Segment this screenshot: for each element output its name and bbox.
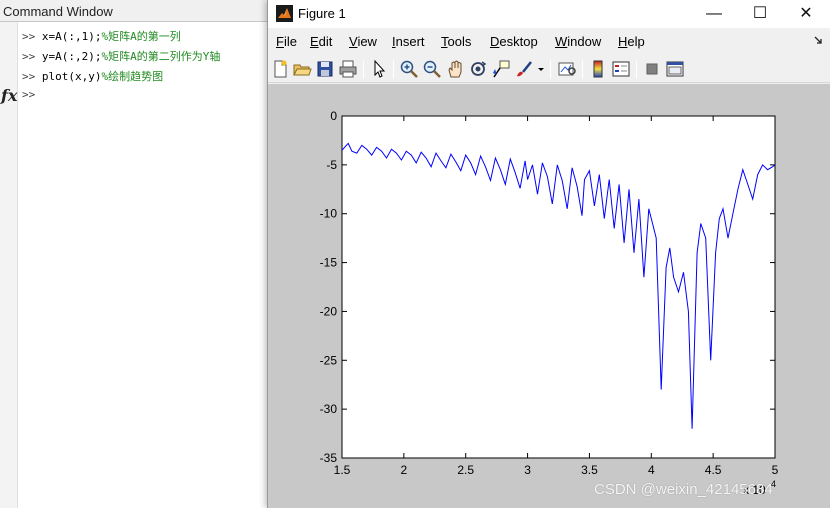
menu-desktop[interactable]: Desktop (490, 34, 538, 49)
show-plot-tools-icon[interactable] (665, 59, 685, 79)
pan-hand-icon[interactable] (445, 59, 465, 79)
new-figure-icon[interactable] (270, 59, 290, 79)
matlab-logo-icon (276, 5, 293, 22)
command-line: >> plot(x,y)%绘制趋势图 (22, 68, 163, 84)
menu-accel: F (276, 34, 284, 49)
menu-label: esktop (499, 34, 538, 49)
y-tick-label: -20 (320, 304, 338, 318)
toolbar-separator (393, 60, 394, 78)
y-tick-label: -30 (320, 402, 338, 416)
zoom-out-icon[interactable] (422, 59, 442, 79)
hide-plot-tools-icon[interactable] (642, 59, 662, 79)
y-tick-label: -5 (326, 158, 337, 172)
x-tick-label: 2.5 (457, 463, 474, 477)
command-code: plot(x,y) (41, 70, 102, 83)
y-tick-label: -10 (320, 207, 338, 221)
x-tick-label: 5 (772, 463, 779, 477)
menu-help[interactable]: Help (618, 34, 645, 49)
command-code: x=A(:,1); (41, 30, 102, 43)
x-tick-label: 4 (648, 463, 655, 477)
watermark: CSDN @weixin_42145684 (594, 481, 773, 498)
prompt: >> (22, 70, 36, 83)
menu-overflow-arrow-icon[interactable] (814, 36, 823, 45)
y-tick-label: 0 (330, 109, 337, 123)
y-tick-label: -25 (320, 353, 338, 367)
toolbar-separator (582, 60, 583, 78)
x-tick-label: 3.5 (581, 463, 598, 477)
open-file-icon[interactable] (292, 59, 312, 79)
x-tick-label: 3 (524, 463, 531, 477)
menu-label: elp (627, 34, 645, 49)
menu-file[interactable]: File (276, 34, 297, 49)
edit-plot-arrow-icon[interactable] (369, 59, 389, 79)
command-line: >> x=A(:,1);%矩阵A的第一列 (22, 28, 181, 44)
y-tick-label: -35 (320, 451, 338, 465)
brush-icon[interactable] (514, 59, 534, 79)
menu-accel: E (310, 34, 319, 49)
brush-dropdown-arrow-icon[interactable] (536, 59, 546, 79)
command-line: >> y=A(:,2);%矩阵A的第二列作为Y轴 (22, 48, 220, 64)
zoom-in-icon[interactable] (399, 59, 419, 79)
menu-bar: File Edit View Insert Tools Desktop Wind… (268, 30, 830, 54)
menu-label: dit (318, 34, 333, 49)
figure-titlebar[interactable]: Figure 1 — ☐ ✕ (268, 0, 830, 28)
menu-window[interactable]: Window (555, 34, 601, 49)
save-icon[interactable] (315, 59, 335, 79)
command-code: y=A(:,2); (41, 50, 102, 63)
menu-label: nsert (395, 34, 425, 49)
menu-label: iew (357, 34, 377, 49)
menu-accel: H (618, 34, 628, 49)
menu-accel: D (490, 34, 500, 49)
x-tick-label: 1.5 (334, 463, 351, 477)
command-comment: %矩阵A的第一列 (101, 30, 181, 43)
menu-edit[interactable]: Edit (310, 34, 332, 49)
menu-tools[interactable]: Tools (441, 34, 471, 49)
insert-legend-icon[interactable] (611, 59, 631, 79)
close-button[interactable]: ✕ (783, 0, 829, 28)
toolbar-separator (636, 60, 637, 78)
print-icon[interactable] (338, 59, 358, 79)
toolbar-separator (550, 60, 551, 78)
screen: Command Window >> x=A(:,1);%矩阵A的第一列 >> y… (0, 0, 830, 508)
rotate-3d-icon[interactable] (468, 59, 488, 79)
command-comment: %矩阵A的第二列作为Y轴 (101, 50, 221, 63)
link-plot-icon[interactable] (557, 59, 577, 79)
line-chart: 1.5 2 2.5 3 3.5 4 4.5 5 0-5-10-15-20-25-30-35 x… (320, 109, 779, 497)
toolbar-separator (363, 60, 364, 78)
command-input[interactable]: >> (22, 88, 35, 101)
prompt: >> (22, 50, 36, 63)
figure-toolbar (268, 55, 830, 83)
menu-accel: W (555, 34, 568, 49)
prompt: >> (22, 88, 36, 101)
command-window-title: Command Window (0, 0, 268, 22)
command-comment: %绘制趋势图 (101, 70, 164, 83)
menu-view[interactable]: View (349, 34, 377, 49)
figure-title: Figure 1 (298, 6, 346, 21)
prompt: >> (22, 30, 36, 43)
minimize-button[interactable]: — (691, 0, 737, 28)
command-window[interactable]: Command Window >> x=A(:,1);%矩阵A的第一列 >> y… (0, 0, 268, 508)
maximize-button[interactable]: ☐ (737, 0, 783, 28)
figure-window[interactable]: Figure 1 — ☐ ✕ File Edit View Insert Too… (267, 0, 830, 508)
x-tick-label: 2 (401, 463, 408, 477)
insert-colorbar-icon[interactable] (588, 59, 608, 79)
menu-label: ile (283, 34, 297, 49)
function-browser-icon[interactable]: fx (1, 86, 17, 105)
figure-canvas[interactable]: 1.5 2 2.5 3 3.5 4 4.5 5 0 -5 -10 -15 -20 -25 -30 -35 x… (268, 84, 830, 508)
x-tick-label: 4.5 (705, 463, 722, 477)
y-tick-label: -15 (320, 256, 338, 270)
menu-label: indow (567, 34, 602, 49)
menu-insert[interactable]: Insert (392, 34, 425, 49)
menu-label: ools (447, 34, 472, 49)
data-cursor-icon[interactable] (491, 59, 511, 79)
